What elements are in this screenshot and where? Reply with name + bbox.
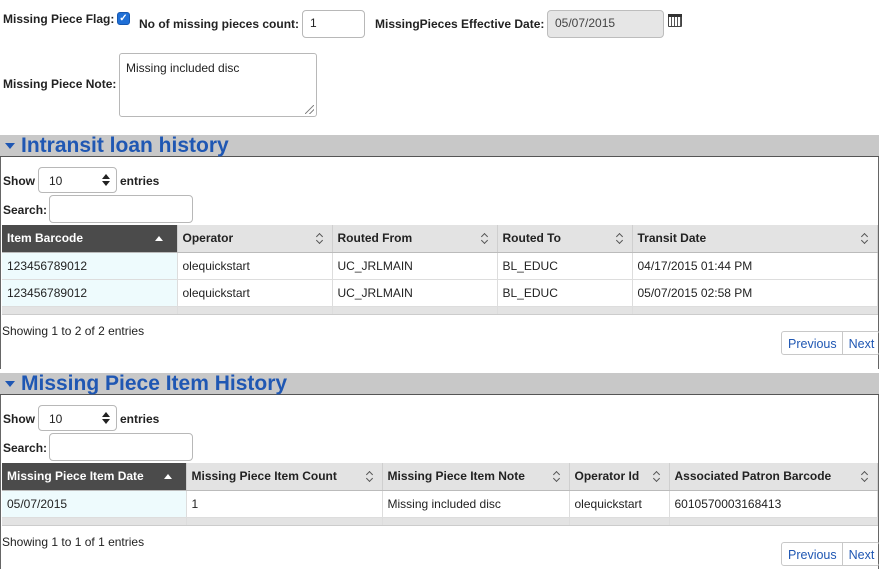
table-row: 123456789012 olequickstart UC_JRLMAIN BL… [2, 279, 878, 307]
search-label: Search: [3, 203, 48, 217]
collapse-triangle-icon[interactable] [5, 143, 15, 149]
cell: 1 [186, 490, 383, 518]
missing-piece-flag-label: Missing Piece Flag: [3, 12, 115, 26]
table-info: Showing 1 to 1 of 1 entries [2, 535, 145, 549]
missing-note-text: Missing included disc [126, 61, 240, 75]
entries-select[interactable]: 10 [38, 167, 117, 193]
entries-select[interactable]: 10 [38, 405, 117, 431]
sort-icon [861, 233, 869, 244]
intransit-section-title: Intransit loan history [21, 134, 229, 157]
table-scrollbar[interactable] [2, 517, 878, 526]
show-label: Show [3, 174, 35, 188]
col-routed-to[interactable]: Routed To [497, 225, 633, 253]
cell: olequickstart [177, 279, 333, 307]
col-operator[interactable]: Operator [177, 225, 333, 253]
sort-icon [316, 233, 324, 244]
cell: 04/17/2015 01:44 PM [632, 252, 878, 280]
missing-history-table: Missing Piece Item Date Missing Piece It… [2, 463, 878, 526]
sort-icon [861, 471, 869, 482]
col-routed-from[interactable]: Routed From [332, 225, 498, 253]
cell: 05/07/2015 [2, 490, 187, 518]
col-patron-barcode[interactable]: Associated Patron Barcode [669, 463, 878, 491]
collapse-triangle-icon[interactable] [5, 381, 15, 387]
missing-history-section-header[interactable]: Missing Piece Item History [0, 372, 879, 395]
table-row: 05/07/2015 1 Missing included disc olequ… [2, 490, 878, 518]
sort-icon [481, 233, 489, 244]
intransit-section-header[interactable]: Intransit loan history [0, 134, 879, 157]
search-label: Search: [3, 441, 48, 455]
cell: UC_JRLMAIN [332, 252, 498, 280]
previous-button[interactable]: Previous [782, 543, 842, 565]
previous-button[interactable]: Previous [782, 332, 842, 354]
cell: olequickstart [569, 490, 670, 518]
col-transit-date[interactable]: Transit Date [632, 225, 878, 253]
missing-history-section-title: Missing Piece Item History [21, 372, 288, 395]
effective-date-input[interactable]: 05/07/2015 [547, 10, 664, 38]
select-arrows-icon [101, 411, 112, 426]
pagination: Previous Next [781, 331, 879, 355]
effective-date-label: MissingPieces Effective Date: [375, 17, 545, 31]
next-button[interactable]: Next [841, 332, 879, 354]
entries-label: entries [120, 174, 160, 188]
search-input[interactable] [49, 195, 193, 223]
cell: 123456789012 [2, 252, 178, 280]
entries-select-value: 10 [49, 174, 63, 188]
calendar-icon[interactable] [668, 14, 682, 27]
cell: olequickstart [177, 252, 333, 280]
resize-grip-icon[interactable] [305, 105, 314, 114]
col-operator-id[interactable]: Operator Id [569, 463, 670, 491]
sort-asc-icon [163, 474, 172, 479]
cell: UC_JRLMAIN [332, 279, 498, 307]
sort-icon [553, 471, 561, 482]
col-missing-item-count[interactable]: Missing Piece Item Count [186, 463, 383, 491]
col-missing-item-note[interactable]: Missing Piece Item Note [382, 463, 570, 491]
intransit-table: Item Barcode Operator Routed From Routed… [2, 225, 878, 315]
search-input[interactable] [49, 433, 193, 461]
col-item-barcode[interactable]: Item Barcode [2, 225, 178, 253]
missing-note-textarea[interactable]: Missing included disc [119, 53, 317, 117]
select-arrows-icon [101, 173, 112, 188]
col-missing-item-date[interactable]: Missing Piece Item Date [2, 463, 187, 491]
show-label: Show [3, 412, 35, 426]
section-frame-left [0, 157, 1, 369]
cell: 6010570003168413 [669, 490, 878, 518]
table-info: Showing 1 to 2 of 2 entries [2, 324, 145, 338]
missing-piece-flag-checkbox[interactable]: ✓ [117, 12, 130, 25]
sort-icon [366, 471, 374, 482]
cell: 123456789012 [2, 279, 178, 307]
sort-asc-icon [154, 236, 163, 241]
table-row: 123456789012 olequickstart UC_JRLMAIN BL… [2, 252, 878, 280]
entries-label: entries [120, 412, 160, 426]
cell: BL_EDUC [497, 279, 633, 307]
cell: Missing included disc [382, 490, 570, 518]
section-frame-left [0, 395, 1, 569]
missing-count-input[interactable]: 1 [302, 10, 365, 38]
missing-count-label: No of missing pieces count: [139, 17, 300, 31]
entries-select-value: 10 [49, 412, 63, 426]
cell: BL_EDUC [497, 252, 633, 280]
table-scrollbar[interactable] [2, 306, 878, 315]
pagination: Previous Next [781, 542, 879, 566]
missing-note-label: Missing Piece Note: [3, 77, 117, 91]
next-button[interactable]: Next [841, 543, 879, 565]
sort-icon [653, 471, 661, 482]
sort-icon [616, 233, 624, 244]
cell: 05/07/2015 02:58 PM [632, 279, 878, 307]
